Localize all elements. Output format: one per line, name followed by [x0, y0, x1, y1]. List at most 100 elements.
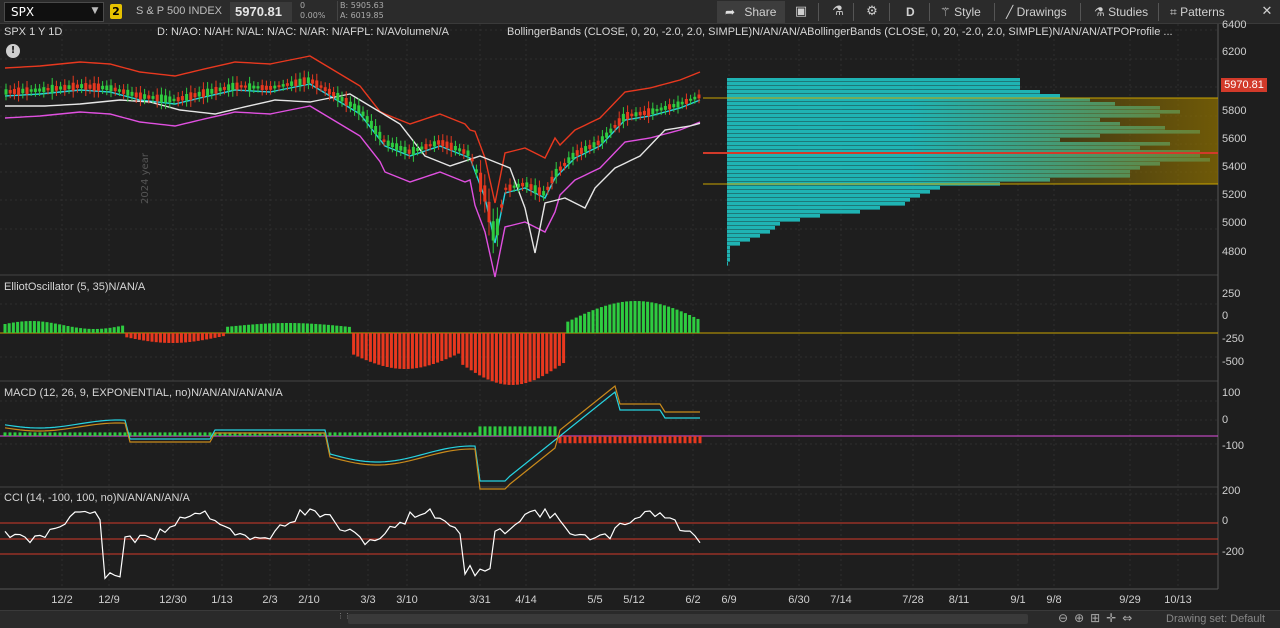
macd-hist-bar	[103, 432, 107, 436]
elliot-bar	[87, 328, 91, 333]
elliot-bar	[314, 323, 318, 333]
bottom-bar: ⋮⋮ ⊖⊕⊞✛⇔ Drawing set: Default	[0, 610, 1280, 628]
alert-icon[interactable]: !	[6, 44, 20, 58]
elliot-bar	[116, 326, 120, 333]
toolbar-divider	[994, 3, 995, 21]
candle-body	[42, 87, 46, 93]
macd-hist-bar	[398, 432, 402, 436]
elliot-bar	[192, 333, 196, 342]
elliot-bar	[494, 333, 498, 383]
elliot-bar	[49, 322, 53, 333]
macd-hist-bar	[88, 432, 92, 436]
flask-icon[interactable]: ⚗	[827, 1, 849, 23]
candle-body	[180, 96, 184, 101]
macd-hist-bar	[198, 432, 202, 436]
elliot-bar	[20, 321, 24, 333]
candle-body	[239, 85, 243, 88]
macd-hist-bar	[598, 436, 602, 444]
macd-hist-bar	[663, 436, 667, 444]
fit-icon[interactable]: ⊞	[1090, 611, 1106, 625]
chart-settings-icon[interactable]: ▣	[790, 1, 812, 23]
macd-hist-bar	[543, 426, 547, 436]
time-scrollbar[interactable]	[348, 614, 1028, 624]
elliot-bar	[70, 326, 74, 333]
candle-body	[277, 85, 281, 88]
elliot-bar	[322, 324, 326, 333]
macd-hist-bar	[328, 432, 332, 436]
candle-body	[227, 84, 231, 91]
profile-bar	[727, 226, 775, 230]
candle-body	[201, 89, 205, 98]
elliot-bar	[226, 326, 230, 333]
candle-body	[243, 85, 247, 88]
timeframe-button[interactable]: D	[906, 1, 915, 23]
elliot-bar	[612, 303, 616, 333]
elliot-bar	[251, 324, 255, 333]
macd-hist-bar	[333, 432, 337, 436]
macd-hist-bar	[193, 432, 197, 436]
chart-area[interactable]: SPX 1 Y 1D D: N/AO: N/AH: N/AL: N/AC: N/…	[0, 19, 1280, 612]
candle-body	[621, 113, 625, 122]
candle-body	[554, 168, 558, 177]
chevron-down-icon[interactable]: ▼	[88, 3, 102, 19]
profile-bar	[727, 250, 730, 254]
profile-bar	[727, 86, 1020, 90]
elliot-bar	[637, 301, 641, 333]
price-panel-title: SPX 1 Y 1D	[4, 26, 63, 38]
candle-body	[172, 98, 176, 101]
macd-panel-title: MACD (12, 26, 9, EXPONENTIAL, no)N/AN/AN…	[4, 387, 283, 399]
chart-canvas[interactable]	[0, 24, 1280, 612]
elliot-bar	[692, 316, 696, 333]
elliot-bar	[625, 301, 629, 333]
elliot-bar	[654, 303, 658, 333]
candle-body	[206, 88, 210, 96]
share-button[interactable]: ➦ Share	[717, 1, 785, 23]
studies-button[interactable]: ⚗ Studies	[1094, 1, 1148, 23]
y-tick: -250	[1222, 333, 1245, 345]
elliot-bar	[58, 324, 62, 333]
macd-hist-bar	[208, 432, 212, 436]
macd-hist-bar	[3, 432, 7, 436]
x-tick: 5/5	[587, 594, 603, 606]
elliot-bar	[532, 333, 536, 381]
profile-bar	[727, 262, 728, 266]
x-tick: 4/14	[515, 594, 537, 606]
x-tick: 7/28	[902, 594, 924, 606]
elliot-bar	[326, 324, 330, 333]
elliot-bar	[83, 328, 87, 333]
macd-hist-bar	[173, 432, 177, 436]
drawing-set-label[interactable]: Drawing set: Default	[1166, 613, 1265, 625]
macd-hist-bar	[653, 436, 657, 444]
elliot-bar	[520, 333, 524, 385]
style-button[interactable]: ⚚ Style	[940, 1, 981, 23]
bollinger-lower-line	[4, 105, 701, 278]
zoom-in-icon[interactable]: ⊕	[1074, 611, 1090, 625]
close-icon[interactable]: ✕	[1256, 1, 1278, 23]
candle-body	[84, 83, 88, 90]
elliot-bar	[100, 328, 104, 333]
candle-body	[575, 150, 579, 156]
elliot-bar	[415, 333, 419, 369]
x-tick: 1/13	[211, 594, 233, 606]
pan-icon[interactable]: ⇔	[1122, 611, 1138, 625]
candle-body	[411, 146, 415, 155]
style-icon: ⚚	[940, 5, 951, 19]
candle-body	[33, 88, 37, 92]
candle-body	[596, 140, 600, 146]
candle-body	[689, 98, 693, 101]
gear-icon[interactable]: ⚙	[861, 1, 883, 23]
elliot-bar	[448, 333, 452, 358]
x-tick: 9/1	[1010, 594, 1026, 606]
elliot-bar	[104, 328, 108, 333]
candle-body	[378, 131, 382, 139]
net-change: 0 0.00%	[300, 1, 325, 21]
candle-body	[424, 144, 428, 150]
elliot-bar	[385, 333, 389, 367]
link-group-badge[interactable]: 2	[110, 4, 122, 19]
elliot-bar	[133, 333, 137, 340]
drawings-button[interactable]: ╱ Drawings	[1006, 1, 1067, 23]
patterns-button[interactable]: ⌗ Patterns	[1170, 1, 1225, 23]
crosshair-icon[interactable]: ✛	[1106, 611, 1122, 625]
zoom-out-icon[interactable]: ⊖	[1058, 611, 1074, 625]
candle-body	[579, 147, 583, 155]
